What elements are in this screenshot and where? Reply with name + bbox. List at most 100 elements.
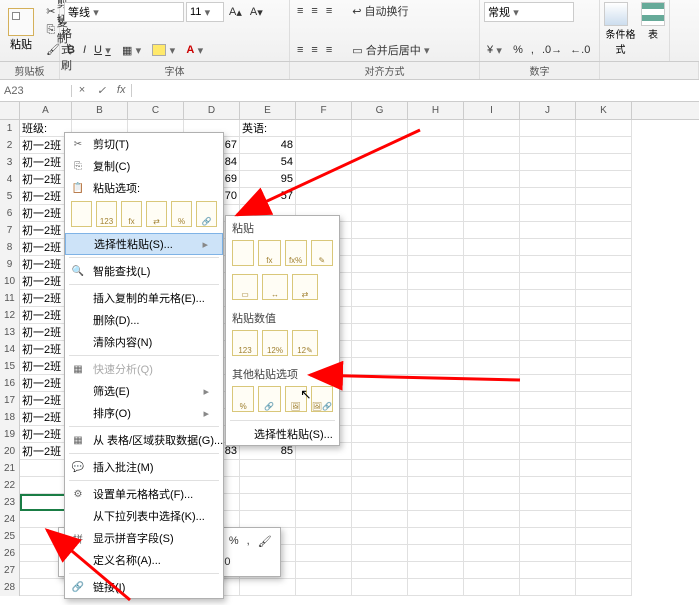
cell[interactable] [464,171,520,188]
cell[interactable] [576,137,632,154]
col-header[interactable]: C [128,102,184,119]
cell[interactable] [464,239,520,256]
cell[interactable] [464,579,520,596]
cell[interactable]: 57 [240,188,296,205]
cell[interactable] [464,273,520,290]
mini-format-painter[interactable]: 🖌 [255,532,275,550]
col-header[interactable]: A [20,102,72,119]
cell[interactable] [352,120,408,137]
cell[interactable] [352,154,408,171]
cell[interactable] [520,188,576,205]
cell[interactable] [464,528,520,545]
cell[interactable] [520,222,576,239]
cell[interactable] [352,409,408,426]
cell[interactable] [576,579,632,596]
cell[interactable] [408,120,464,137]
cell[interactable] [352,392,408,409]
paste-values[interactable]: 123 [232,330,258,356]
cell[interactable] [296,137,352,154]
row-header[interactable]: 20 [0,443,20,460]
row-header[interactable]: 28 [0,579,20,596]
name-box[interactable]: A23 [0,85,72,97]
cell[interactable] [296,460,352,477]
menu-format-cells[interactable]: ⚙设置单元格格式(F)... [65,483,223,505]
cell[interactable] [296,528,352,545]
cell[interactable]: 95 [240,171,296,188]
cell[interactable] [520,460,576,477]
cell[interactable] [464,120,520,137]
paste-format[interactable]: % [232,386,254,412]
cell[interactable] [520,477,576,494]
col-header[interactable]: E [240,102,296,119]
row-header[interactable]: 7 [0,222,20,239]
cell[interactable] [576,358,632,375]
cell[interactable] [352,494,408,511]
cell[interactable] [296,171,352,188]
cell[interactable] [576,290,632,307]
menu-define-name[interactable]: 定义名称(A)... [65,549,223,571]
cell[interactable] [240,511,296,528]
row-header[interactable]: 2 [0,137,20,154]
cell[interactable] [576,443,632,460]
cell[interactable] [520,290,576,307]
cell[interactable] [520,426,576,443]
paste-transpose[interactable]: ⇄ [292,274,318,300]
cell[interactable] [352,171,408,188]
font-name-select[interactable]: 等线▾ [64,2,184,22]
cell[interactable] [352,528,408,545]
cell[interactable] [576,341,632,358]
cell[interactable] [408,290,464,307]
cell[interactable] [576,494,632,511]
cell[interactable] [408,307,464,324]
cell[interactable] [576,239,632,256]
row-header[interactable]: 13 [0,324,20,341]
col-header[interactable]: G [352,102,408,119]
cell[interactable] [576,477,632,494]
align-center-icon[interactable]: ≡ [308,41,320,59]
cell[interactable] [464,392,520,409]
cell[interactable] [576,171,632,188]
cell[interactable] [520,307,576,324]
cell[interactable] [352,324,408,341]
cell[interactable] [520,511,576,528]
align-top-icon[interactable]: ≡ [294,2,306,20]
menu-insert-copied[interactable]: 插入复制的单元格(E)... [65,287,223,309]
paste-option-all[interactable] [71,201,92,227]
cell[interactable] [352,290,408,307]
cell[interactable] [352,358,408,375]
paste-option-transpose[interactable]: ⇄ [146,201,167,227]
col-header[interactable]: I [464,102,520,119]
row-header[interactable]: 15 [0,358,20,375]
cell[interactable] [240,494,296,511]
cell[interactable] [296,545,352,562]
fill-color-button[interactable]: ▾ [149,41,181,59]
cell[interactable]: 英语: [240,120,296,137]
cell[interactable] [352,222,408,239]
align-right-icon[interactable]: ≡ [323,41,335,59]
row-header[interactable]: 19 [0,426,20,443]
menu-clear[interactable]: 清除内容(N) [65,331,223,353]
cell[interactable] [576,375,632,392]
cell[interactable] [408,562,464,579]
row-header[interactable]: 26 [0,545,20,562]
paste-keep-source[interactable]: ✎ [311,240,333,266]
cell[interactable] [576,307,632,324]
grow-font-button[interactable]: A▴ [226,3,245,21]
shrink-font-button[interactable]: A▾ [247,3,266,21]
menu-insert-comment[interactable]: 💬插入批注(M) [65,456,223,478]
cell[interactable] [408,137,464,154]
menu-smart-find[interactable]: 🔍智能查找(L) [65,260,223,282]
cell[interactable] [408,171,464,188]
cell[interactable] [296,154,352,171]
cell[interactable] [576,188,632,205]
cell[interactable] [464,222,520,239]
col-header[interactable]: J [520,102,576,119]
font-size-select[interactable]: 11▾ [186,2,224,22]
cell[interactable] [408,273,464,290]
paste-formulas-num[interactable]: fx% [285,240,307,266]
cell[interactable] [520,273,576,290]
cell[interactable] [352,256,408,273]
wrap-text-button[interactable]: ↩ 自动换行 [349,2,411,20]
menu-cut[interactable]: ✂剪切(T) [65,133,223,155]
cancel-icon[interactable]: × [72,84,92,97]
